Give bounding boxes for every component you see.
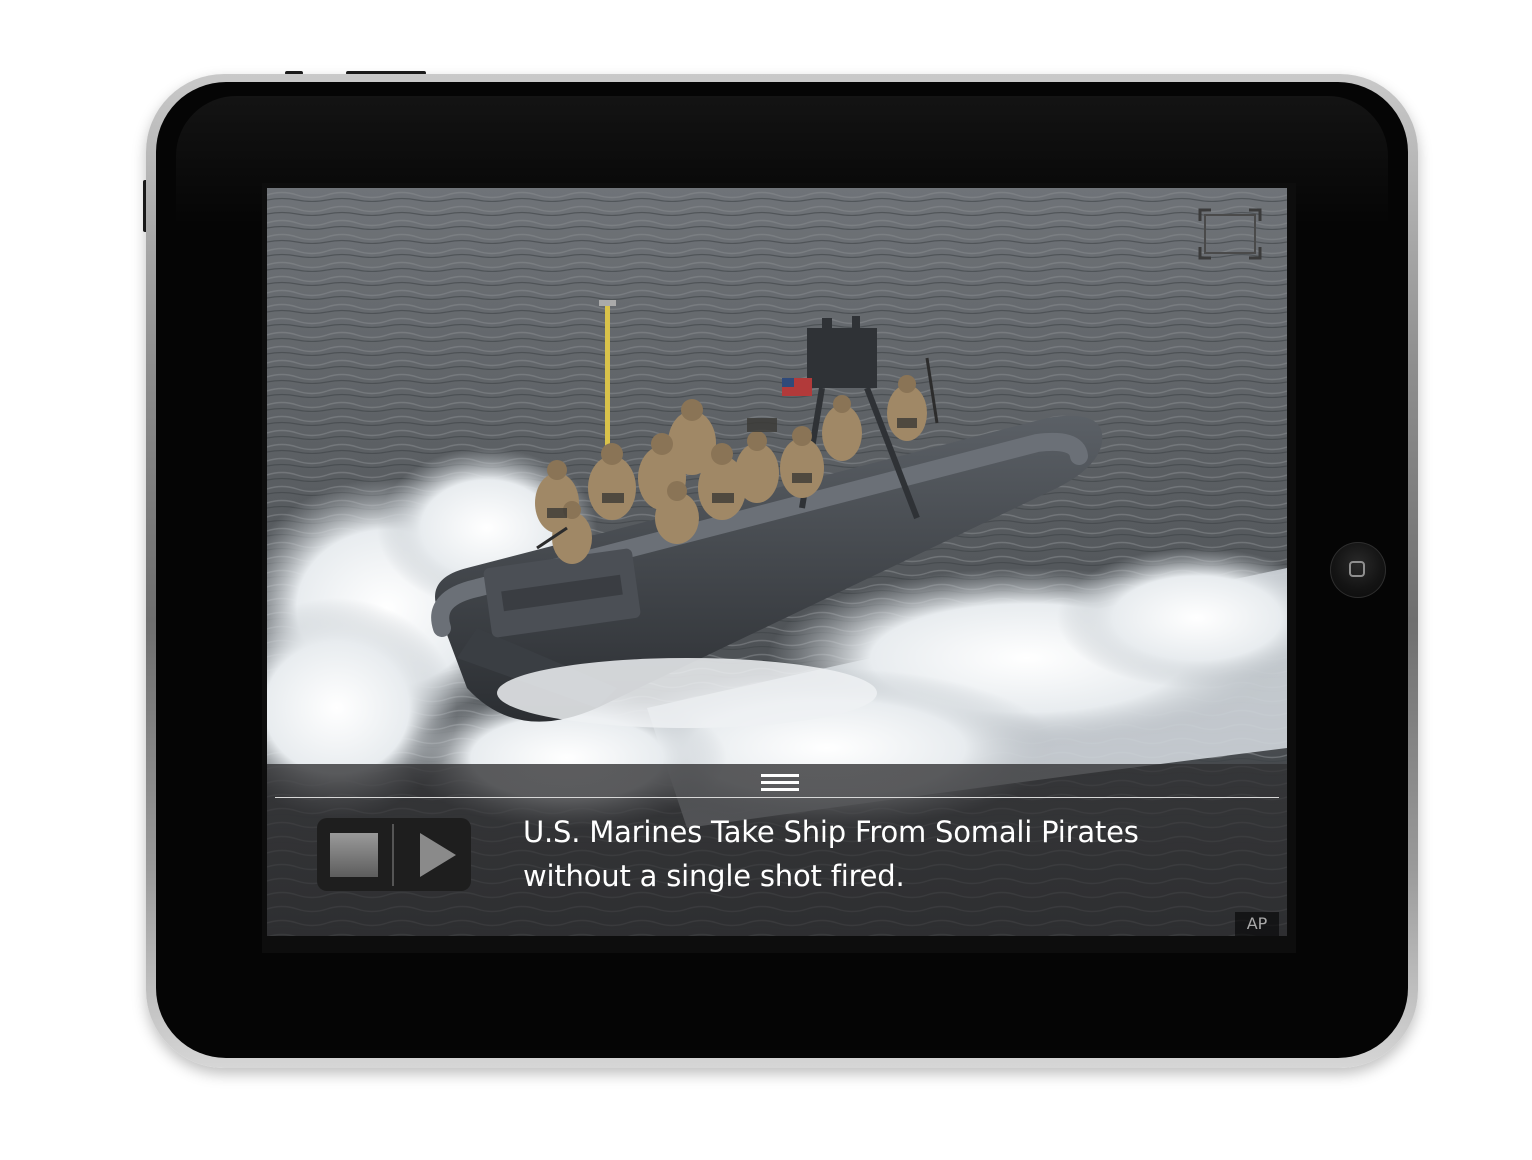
menu-handle-button[interactable] bbox=[761, 772, 799, 794]
play-triangle-icon bbox=[420, 833, 456, 877]
hamburger-icon-line bbox=[761, 781, 799, 784]
caption-divider bbox=[275, 797, 1279, 798]
media-control-button[interactable] bbox=[317, 818, 471, 891]
article-headline[interactable]: U.S. Marines Take Ship From Somali Pirat… bbox=[523, 810, 1223, 898]
stop-square-icon bbox=[330, 833, 378, 877]
headline-line-2: without a single shot fired. bbox=[523, 859, 905, 893]
control-separator bbox=[392, 824, 394, 886]
headline-line-1: U.S. Marines Take Ship From Somali Pirat… bbox=[523, 815, 1139, 849]
fullscreen-button[interactable] bbox=[1197, 207, 1263, 261]
fullscreen-corners-icon bbox=[1198, 208, 1262, 260]
hamburger-icon-line bbox=[761, 788, 799, 791]
tablet-screen: U.S. Marines Take Ship From Somali Pirat… bbox=[262, 183, 1296, 953]
hamburger-icon bbox=[761, 774, 799, 777]
home-square-icon bbox=[1349, 561, 1365, 577]
caption-panel: U.S. Marines Take Ship From Somali Pirat… bbox=[267, 764, 1287, 936]
home-button[interactable] bbox=[1330, 542, 1386, 598]
photo-credit: AP bbox=[1235, 912, 1279, 936]
